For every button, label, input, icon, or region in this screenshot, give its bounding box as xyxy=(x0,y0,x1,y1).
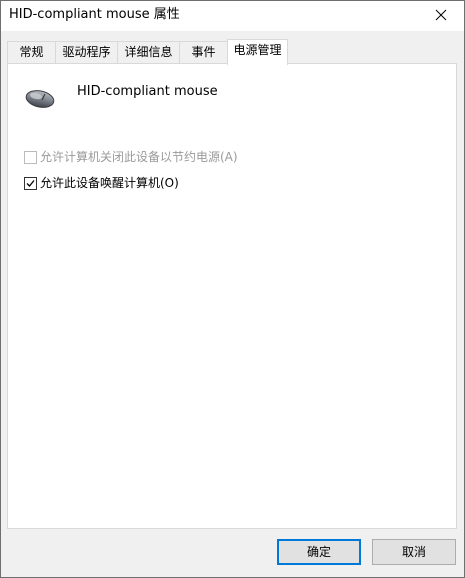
cancel-button[interactable]: 取消 xyxy=(372,539,456,565)
tab-events[interactable]: 事件 xyxy=(179,41,228,63)
ok-button[interactable]: 确定 xyxy=(277,539,361,565)
close-button[interactable] xyxy=(418,1,464,31)
title-bar: HID-compliant mouse 属性 xyxy=(1,1,464,31)
mouse-icon xyxy=(23,86,57,110)
tab-details[interactable]: 详细信息 xyxy=(117,41,180,63)
window-title: HID-compliant mouse 属性 xyxy=(9,7,180,22)
device-name: HID-compliant mouse xyxy=(77,84,218,99)
tab-driver[interactable]: 驱动程序 xyxy=(55,41,118,63)
checkmark-icon xyxy=(26,180,35,187)
tab-power-management[interactable]: 电源管理 xyxy=(227,39,288,65)
allow-turn-off-checkbox xyxy=(24,151,37,164)
allow-wake-label[interactable]: 允许此设备唤醒计算机(O) xyxy=(40,176,179,191)
tab-general[interactable]: 常规 xyxy=(7,41,56,63)
power-management-panel: HID-compliant mouse 允许计算机关闭此设备以节约电源(A) 允… xyxy=(7,63,457,529)
allow-turn-off-label: 允许计算机关闭此设备以节约电源(A) xyxy=(40,150,238,164)
properties-dialog: HID-compliant mouse 属性 常规 驱动程序 详细信息 事件 电… xyxy=(0,0,465,578)
tab-strip: 常规 驱动程序 详细信息 事件 电源管理 xyxy=(7,39,457,65)
close-icon xyxy=(435,9,447,21)
allow-wake-checkbox[interactable] xyxy=(24,177,37,190)
